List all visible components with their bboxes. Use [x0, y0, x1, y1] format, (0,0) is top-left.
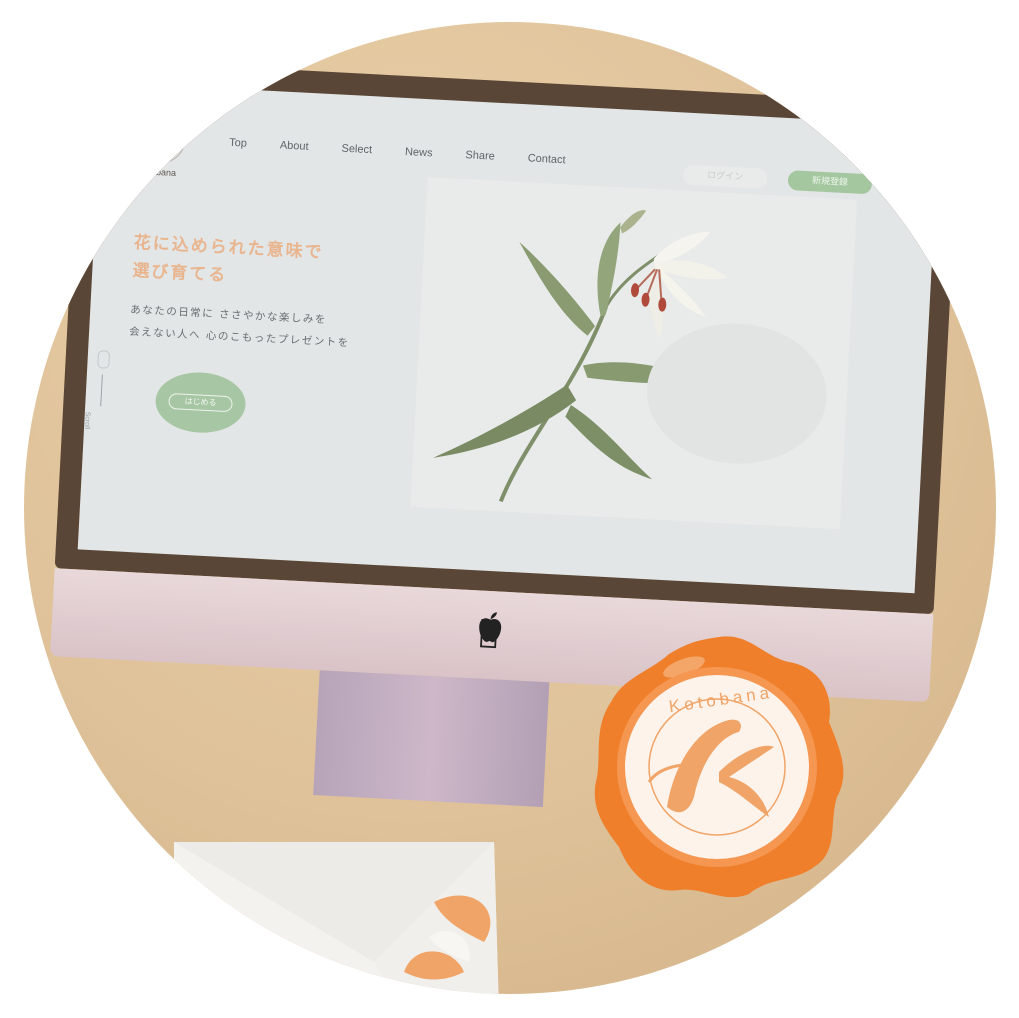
nav-item-about[interactable]: About: [280, 139, 309, 152]
start-button-label: はじめる: [168, 392, 233, 413]
signup-button[interactable]: 新規登録: [787, 170, 873, 195]
nav-item-select[interactable]: Select: [341, 143, 372, 157]
hero-subtitle: あなたの日常に ささやかな楽しみを 会えない人へ 心のこもったプレゼントを: [129, 299, 352, 354]
mouse-icon: [97, 350, 111, 369]
apple-shape: [479, 612, 502, 643]
site-nav: Top About Select News Share Contact: [229, 137, 566, 167]
envelope-shape: [174, 842, 499, 994]
scroll-line: [100, 374, 103, 407]
nav-item-share[interactable]: Share: [465, 149, 495, 163]
monitor-stand: [313, 670, 550, 808]
lily-image: [410, 177, 858, 530]
envelope: [174, 842, 504, 994]
site-logo-text[interactable]: Kotobana: [137, 166, 176, 178]
nav-item-contact[interactable]: Contact: [527, 152, 565, 166]
photo-frame: Kotobana Top About Select News Share Con…: [24, 22, 996, 994]
wax-seal: K Kotobana: [589, 632, 849, 902]
hero-title: 花に込められた意味で 選び育てる: [132, 229, 325, 295]
site-logo-icon[interactable]: [136, 113, 187, 165]
monitor-screen: Kotobana Top About Select News Share Con…: [77, 82, 940, 594]
lily-illustration: [432, 210, 827, 503]
login-button[interactable]: ログイン: [682, 164, 768, 189]
start-button[interactable]: はじめる: [154, 370, 248, 435]
scroll-label: Scroll: [82, 411, 91, 430]
monitor-bezel: Kotobana Top About Select News Share Con…: [54, 58, 961, 615]
nav-item-news[interactable]: News: [405, 146, 433, 159]
nav-item-top[interactable]: Top: [229, 137, 247, 150]
